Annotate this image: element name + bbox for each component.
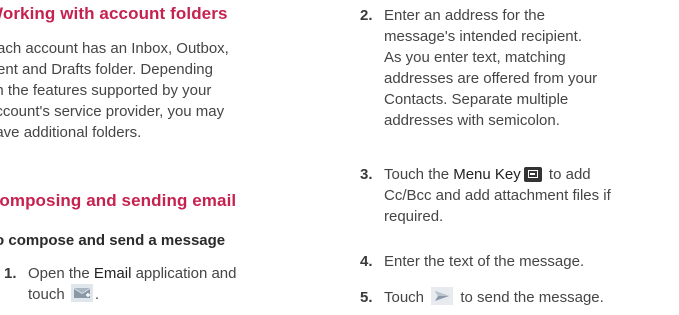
step-number: 2. [360,7,373,24]
section-heading-composing-email: Composing and sending email [0,191,237,210]
send-icon [431,287,454,305]
keyword-menu-key: Menu Key [453,166,521,183]
keyword-email: Email [93,265,132,282]
section-heading-account-folders: Working with account folders [0,4,228,23]
step-2: 2. Enter an address for the message's in… [360,5,679,135]
compose-email-icon [70,284,93,302]
step-1: 1. Open the Email application and touch … [4,263,304,307]
subheading-compose-message: To compose and send a message [0,232,226,249]
step-3: 3. Touch the Menu Key to add Cc/Bcc and … [360,164,679,230]
menu-key-icon [523,167,542,182]
step-number: 5. [360,289,373,306]
paragraph-line: account's service provider, you may [0,103,225,120]
step-2-text: Enter an address for the message's inten… [384,7,598,129]
step-3-text: Touch the Menu Key to add Cc/Bcc and add… [384,166,611,225]
step-4: 4. Enter the text of the message. [360,251,679,273]
paragraph-line: Each account has an Inbox, Outbox, [0,40,229,57]
account-folders-paragraph: Each account has an Inbox, Outbox, Sent … [0,38,229,143]
paragraph-line: on the features supported by your [0,82,212,99]
step-number: 4. [360,253,373,270]
step-5-text: Touch to send the message. [384,287,604,306]
step-number: 1. [4,265,17,282]
step-5: 5. Touch to send the message. [360,287,679,309]
step-number: 3. [360,166,373,183]
paragraph-line: have additional folders. [0,124,142,141]
paragraph-line: Sent and Drafts folder. Depending [0,61,213,78]
step-4-text: Enter the text of the message. [384,253,585,270]
step-1-text: Open the Email application and touch . [28,265,237,303]
